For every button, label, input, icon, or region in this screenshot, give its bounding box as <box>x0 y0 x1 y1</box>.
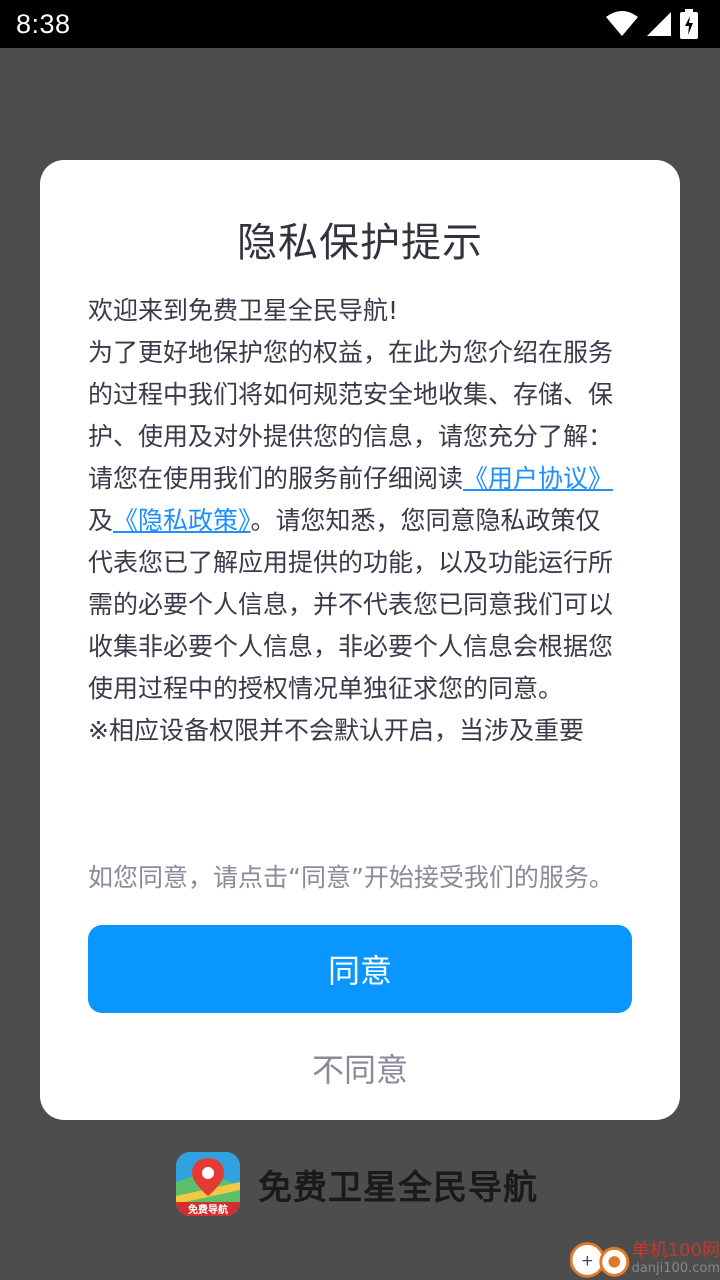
watermark-logo-icon: + <box>570 1242 630 1278</box>
watermark: + 单机100网 danji100.com <box>570 1236 720 1280</box>
body-and: 及 <box>88 506 114 535</box>
dialog-body[interactable]: 欢迎来到免费卫星全民导航! 为了更好地保护您的权益，在此为您介绍在服务的过程中我… <box>88 290 618 825</box>
wifi-icon <box>606 11 638 37</box>
battery-charging-icon <box>680 9 698 39</box>
status-time: 8:38 <box>16 8 71 39</box>
watermark-url: danji100.com <box>631 1260 720 1276</box>
body-read-prefix: 请您在使用我们的服务前仔细阅读 <box>88 464 464 493</box>
privacy-policy-link[interactable]: 《隐私政策》 <box>113 506 251 535</box>
status-bar: 8:38 <box>0 0 720 48</box>
watermark-title: 单机100网 <box>631 1239 720 1261</box>
body-permission-note: ※相应设备权限并不会默认开启，当涉及重要 <box>88 716 584 745</box>
body-consent-text: 。请您知悉，您同意隐私政策仅代表您已了解应用提供的功能，以及功能运行所需的必要个… <box>88 506 614 703</box>
brand-footer: 免费导航 免费卫星全民导航 <box>176 1152 538 1216</box>
user-agreement-link[interactable]: 《用户协议》 <box>463 464 613 493</box>
status-icons <box>606 9 698 39</box>
app-name: 免费卫星全民导航 <box>258 1167 538 1208</box>
dialog-hint: 如您同意，请点击“同意”开始接受我们的服务。 <box>88 863 614 892</box>
svg-text:+: + <box>581 1252 594 1270</box>
agree-button[interactable]: 同意 <box>88 925 632 1013</box>
body-intro: 为了更好地保护您的权益，在此为您介绍在服务的过程中我们将如何规范安全地收集、存储… <box>88 338 614 451</box>
app-logo: 免费导航 <box>176 1152 240 1216</box>
app-logo-text: 免费导航 <box>188 1203 228 1216</box>
dialog-title: 隐私保护提示 <box>237 220 483 266</box>
body-welcome: 欢迎来到免费卫星全民导航! <box>88 296 399 325</box>
body-agreement-paragraph: 请您在使用我们的服务前仔细阅读《用户协议》及《隐私政策》。请您知悉，您同意隐私政… <box>88 458 618 710</box>
signal-icon <box>646 11 672 37</box>
disagree-button[interactable]: 不同意 <box>88 1040 632 1096</box>
